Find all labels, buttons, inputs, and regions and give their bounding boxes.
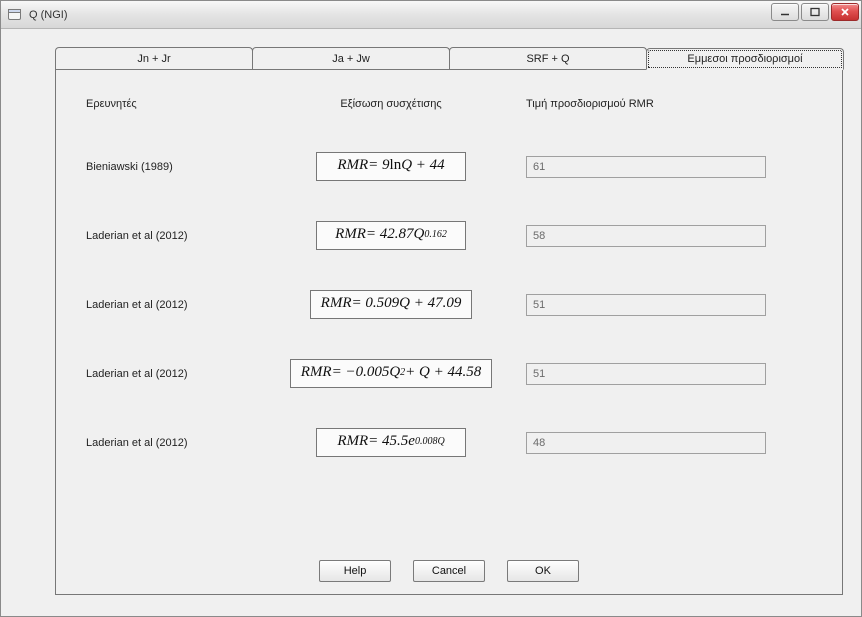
maximize-button[interactable] [801, 3, 829, 21]
equation-box: RMR = 45.5e0.008Q [316, 428, 466, 457]
column-header-equation: Εξίσωση συσχέτισης [276, 98, 506, 110]
tab-ja-jw[interactable]: Ja + Jw [252, 47, 450, 69]
client-area: Jn + Jr Ja + Jw SRF + Q Εμμεσοι προσδιορ… [1, 29, 861, 616]
app-icon [7, 7, 23, 23]
rmr-value-field: 48 [526, 432, 766, 454]
button-label: Cancel [432, 565, 466, 577]
rmr-value-field: 61 [526, 156, 766, 178]
equation-box: RMR = 42.87Q0.162 [316, 221, 466, 250]
equation-box: RMR = −0.005Q2 + Q + 44.58 [290, 359, 492, 388]
researcher-label: Laderian et al (2012) [86, 279, 256, 331]
results-grid: Ερευνητές Εξίσωση συσχέτισης Τιμή προσδι… [86, 98, 812, 477]
tab-indirect-determinations[interactable]: Εμμεσοι προσδιορισμοί [646, 48, 844, 70]
rmr-value-field: 51 [526, 294, 766, 316]
titlebar: Q (NGI) [1, 1, 861, 29]
equation-box: RMR = 9lnQ + 44 [316, 152, 466, 181]
button-label: OK [535, 565, 551, 577]
window-controls [771, 3, 859, 21]
tab-jn-jr[interactable]: Jn + Jr [55, 47, 253, 69]
help-button[interactable]: Help [319, 560, 391, 582]
tab-label: SRF + Q [526, 53, 569, 65]
close-button[interactable] [831, 3, 859, 21]
researcher-label: Laderian et al (2012) [86, 348, 256, 400]
researcher-label: Laderian et al (2012) [86, 210, 256, 262]
column-header-researchers: Ερευνητές [86, 98, 256, 110]
tab-page: Ερευνητές Εξίσωση συσχέτισης Τιμή προσδι… [55, 69, 843, 595]
app-window: Q (NGI) Jn + Jr Ja + Jw SRF + Q [0, 0, 862, 617]
researcher-label: Laderian et al (2012) [86, 417, 256, 469]
button-bar: Help Cancel OK [56, 560, 842, 582]
window-title: Q (NGI) [29, 9, 68, 21]
button-label: Help [344, 565, 367, 577]
tab-label: Εμμεσοι προσδιορισμοί [687, 53, 802, 65]
tab-label: Ja + Jw [332, 53, 370, 65]
column-header-value: Τιμή προσδιορισμού RMR [526, 98, 812, 110]
researcher-label: Bieniawski (1989) [86, 141, 256, 193]
rmr-value-field: 58 [526, 225, 766, 247]
tab-label: Jn + Jr [137, 53, 170, 65]
equation-box: RMR = 0.509Q + 47.09 [310, 290, 473, 319]
ok-button[interactable]: OK [507, 560, 579, 582]
tab-strip: Jn + Jr Ja + Jw SRF + Q Εμμεσοι προσδιορ… [55, 47, 843, 69]
minimize-button[interactable] [771, 3, 799, 21]
tab-srf-q[interactable]: SRF + Q [449, 47, 647, 69]
cancel-button[interactable]: Cancel [413, 560, 485, 582]
rmr-value-field: 51 [526, 363, 766, 385]
